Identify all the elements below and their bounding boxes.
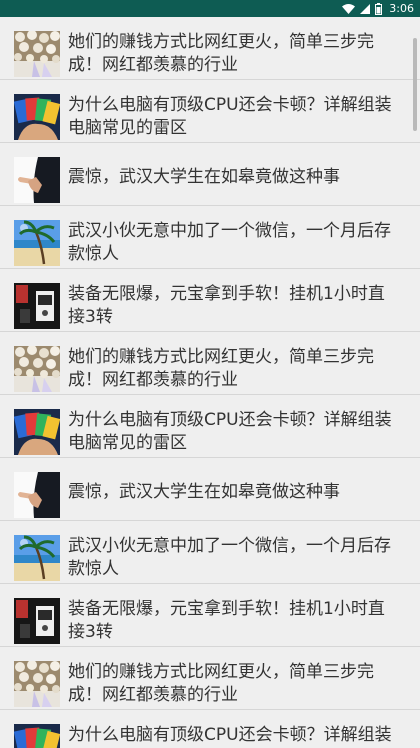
list-item-title: 她们的赚钱方式比网红更火，简单三步完成！网红都羡慕的行业 [68,662,374,705]
wifi-icon [342,3,356,14]
hand-pointing-thumbnail [14,157,60,203]
scrollbar[interactable] [413,38,417,131]
list-item[interactable]: 为什么电脑有顶级CPU还会卡顿？详解组装电脑常见的雷区 [0,710,420,748]
beach-palm-thumbnail [14,535,60,581]
list-item-title: 为什么电脑有顶级CPU还会卡顿？详解组装电脑常见的雷区 [68,95,392,138]
list-item-title: 为什么电脑有顶级CPU还会卡顿？详解组装电脑常见的雷区 [68,725,392,745]
list-item[interactable]: 为什么电脑有顶级CPU还会卡顿？详解组装电脑常见的雷区 [0,395,420,458]
status-time: 3:06 [389,2,414,15]
cotton-flowers-thumbnail [14,661,60,707]
game-gear-thumbnail [14,283,60,329]
cotton-flowers-thumbnail [14,346,60,392]
list-item[interactable]: 她们的赚钱方式比网红更火，简单三步完成！网红都羡慕的行业 [0,332,420,395]
cards-in-hand-thumbnail [14,724,60,748]
game-gear-thumbnail [14,598,60,644]
list-item[interactable]: 武汉小伙无意中加了一个微信，一个月后存款惊人 [0,206,420,269]
list-item-title: 武汉小伙无意中加了一个微信，一个月后存款惊人 [68,221,391,264]
list-item[interactable]: 她们的赚钱方式比网红更火，简单三步完成！网红都羡慕的行业 [0,17,420,80]
status-bar: 3:06 [0,0,420,17]
list-item[interactable]: 装备无限爆，元宝拿到手软！挂机1小时直接3转 [0,584,420,647]
list-item[interactable]: 震惊，武汉大学生在如皋竟做这种事 [0,458,420,521]
list-item[interactable]: 装备无限爆，元宝拿到手软！挂机1小时直接3转 [0,269,420,332]
cards-in-hand-thumbnail [14,409,60,455]
list-item[interactable]: 武汉小伙无意中加了一个微信，一个月后存款惊人 [0,521,420,584]
list-item[interactable]: 为什么电脑有顶级CPU还会卡顿？详解组装电脑常见的雷区 [0,80,420,143]
hand-pointing-thumbnail [14,472,60,518]
cotton-flowers-thumbnail [14,31,60,77]
signal-icon [360,3,371,14]
list-item[interactable]: 震惊，武汉大学生在如皋竟做这种事 [0,143,420,206]
status-icons: 3:06 [342,0,414,17]
beach-palm-thumbnail [14,220,60,266]
list-item-title: 装备无限爆，元宝拿到手软！挂机1小时直接3转 [68,599,385,642]
list-item-title: 装备无限爆，元宝拿到手软！挂机1小时直接3转 [68,284,385,327]
list-item-title: 震惊，武汉大学生在如皋竟做这种事 [68,482,340,502]
list-item-title: 她们的赚钱方式比网红更火，简单三步完成！网红都羡慕的行业 [68,32,374,75]
news-list[interactable]: 她们的赚钱方式比网红更火，简单三步完成！网红都羡慕的行业 为什么电脑有顶级CPU… [0,17,420,748]
list-item-title: 武汉小伙无意中加了一个微信，一个月后存款惊人 [68,536,391,579]
list-item[interactable]: 她们的赚钱方式比网红更火，简单三步完成！网红都羡慕的行业 [0,647,420,710]
list-item-title: 震惊，武汉大学生在如皋竟做这种事 [68,167,340,187]
cards-in-hand-thumbnail [14,94,60,140]
battery-icon [375,2,383,15]
list-item-title: 为什么电脑有顶级CPU还会卡顿？详解组装电脑常见的雷区 [68,410,392,453]
list-item-title: 她们的赚钱方式比网红更火，简单三步完成！网红都羡慕的行业 [68,347,374,390]
